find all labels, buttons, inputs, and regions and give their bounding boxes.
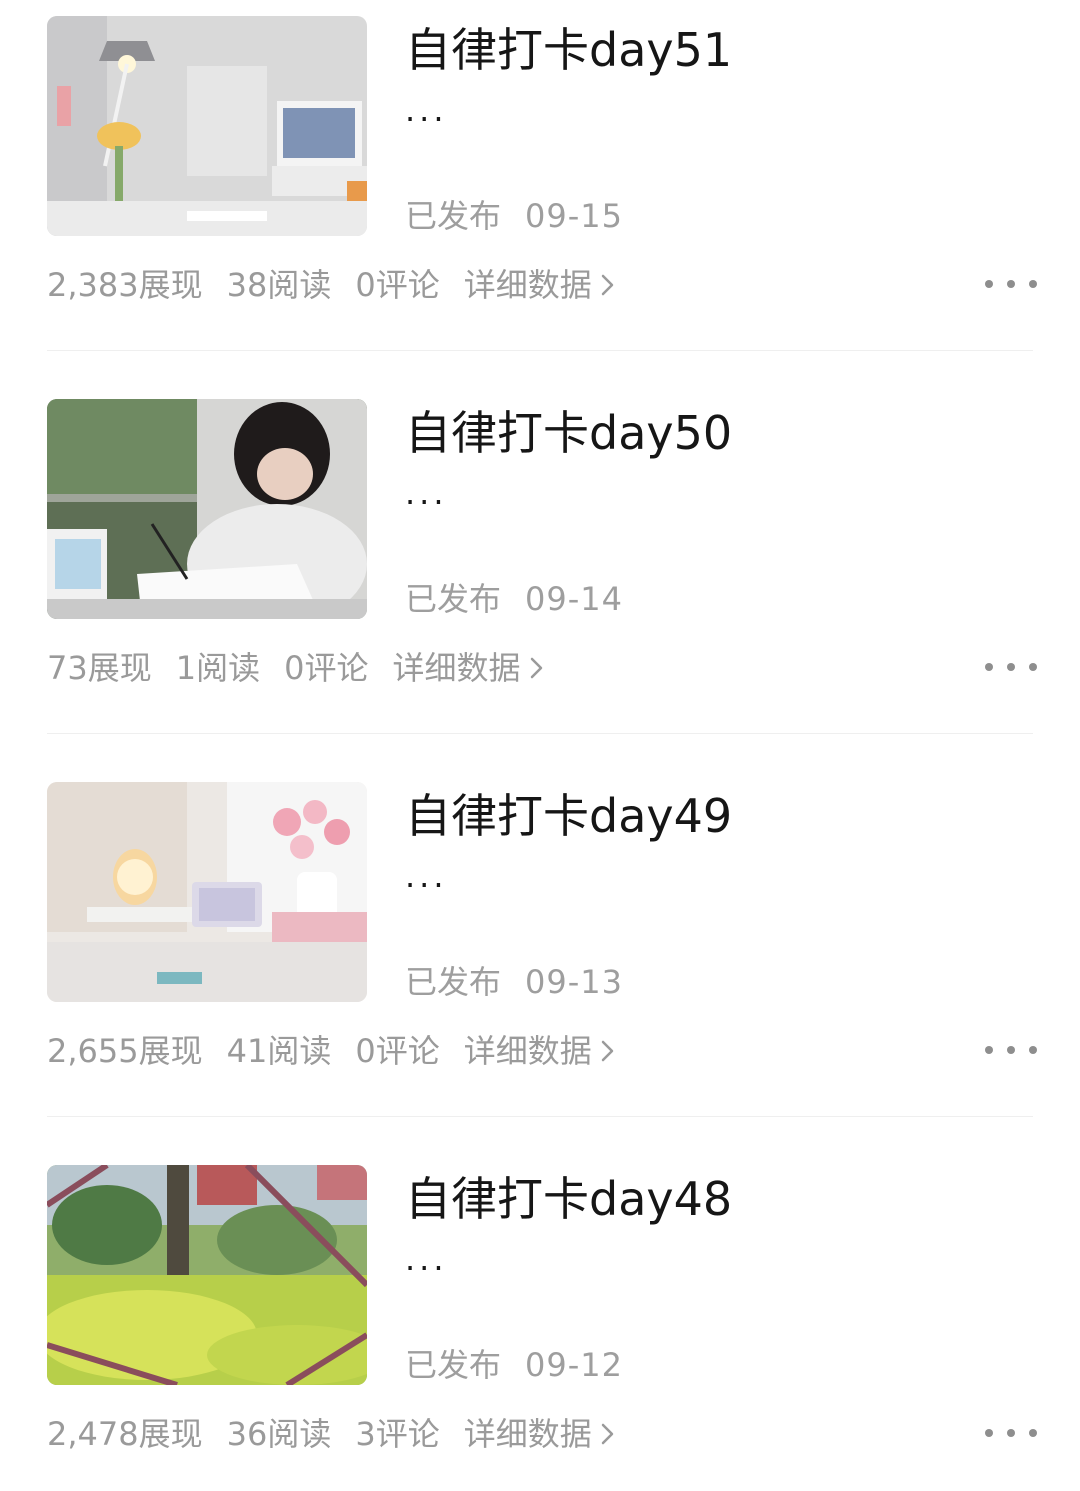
post-thumbnail[interactable] (47, 399, 367, 619)
post-thumbnail[interactable] (47, 1165, 367, 1385)
post-title[interactable]: 自律打卡day51 (405, 22, 1005, 78)
post-card[interactable]: 自律打卡day49 ... 已发布 09-13 2,655展现 41阅读 0评论 … (0, 766, 1080, 1149)
more-options-button[interactable] (985, 1034, 1037, 1066)
comments-count: 0评论 (284, 649, 369, 687)
published-date: 09-14 (525, 580, 623, 618)
post-stats: 2,478展现 36阅读 3评论 详细数据 (47, 1411, 616, 1457)
divider (47, 1116, 1033, 1117)
comments-count: 3评论 (355, 1415, 440, 1453)
published-label: 已发布 (405, 580, 502, 618)
more-options-button[interactable] (985, 651, 1037, 683)
impressions-count: 2,478展现 (47, 1415, 203, 1453)
chevron-right-icon (601, 1040, 613, 1062)
post-status: 已发布 09-12 (405, 1343, 623, 1387)
more-dot-icon (985, 280, 993, 288)
post-status: 已发布 09-13 (405, 960, 623, 1004)
published-label: 已发布 (405, 963, 502, 1001)
comments-count: 0评论 (355, 266, 440, 304)
desk-lamp-workspace-photo-icon (47, 16, 367, 236)
flowers-desk-photo-icon (47, 782, 367, 1002)
published-label: 已发布 (405, 197, 502, 235)
more-dot-icon (985, 663, 993, 671)
more-dot-icon (985, 1046, 993, 1054)
post-stats: 2,383展现 38阅读 0评论 详细数据 (47, 262, 616, 308)
post-title[interactable]: 自律打卡day50 (405, 405, 1005, 461)
divider (47, 733, 1033, 734)
post-thumbnail[interactable] (47, 16, 367, 236)
post-card[interactable]: 自律打卡day48 ... 已发布 09-12 2,478展现 36阅读 3评论 … (0, 1149, 1080, 1491)
studying-person-photo-icon (47, 399, 367, 619)
details-link[interactable]: 详细数据 (464, 1028, 616, 1074)
post-stats: 2,655展现 41阅读 0评论 详细数据 (47, 1028, 616, 1074)
post-title[interactable]: 自律打卡day48 (405, 1171, 1005, 1227)
post-feed: 自律打卡day51 ... 已发布 09-15 2,383展现 38阅读 0评论 … (0, 0, 1080, 1491)
details-link[interactable]: 详细数据 (464, 1411, 616, 1457)
details-label: 详细数据 (463, 1415, 592, 1453)
more-dot-icon (1007, 280, 1015, 288)
comments-count: 0评论 (355, 1032, 440, 1070)
chevron-right-icon (601, 1423, 613, 1445)
reads-count: 1阅读 (175, 649, 261, 687)
reads-count: 36阅读 (226, 1415, 332, 1453)
more-options-button[interactable] (985, 268, 1037, 300)
post-title-ellipsis: ... (405, 857, 448, 895)
details-label: 详细数据 (463, 266, 592, 304)
post-card[interactable]: 自律打卡day51 ... 已发布 09-15 2,383展现 38阅读 0评论 … (0, 0, 1080, 383)
more-dot-icon (1029, 1429, 1037, 1437)
chevron-right-icon (530, 657, 542, 679)
post-title[interactable]: 自律打卡day49 (405, 788, 1005, 844)
impressions-count: 2,383展现 (47, 266, 203, 304)
more-dot-icon (1029, 280, 1037, 288)
post-stats: 73展现 1阅读 0评论 详细数据 (47, 645, 545, 691)
details-link[interactable]: 详细数据 (392, 645, 544, 691)
post-card[interactable]: 自律打卡day50 ... 已发布 09-14 73展现 1阅读 0评论 详细数据 (0, 383, 1080, 766)
published-date: 09-15 (525, 197, 623, 235)
more-dot-icon (1007, 663, 1015, 671)
post-title-ellipsis: ... (405, 1240, 448, 1278)
yellow-flower-field-photo-icon (47, 1165, 367, 1385)
impressions-count: 73展现 (47, 649, 152, 687)
post-thumbnail[interactable] (47, 782, 367, 1002)
more-dot-icon (1029, 663, 1037, 671)
post-title-ellipsis: ... (405, 91, 448, 129)
more-dot-icon (1007, 1429, 1015, 1437)
impressions-count: 2,655展现 (47, 1032, 203, 1070)
chevron-right-icon (601, 274, 613, 296)
post-status: 已发布 09-14 (405, 577, 623, 621)
published-date: 09-12 (525, 1346, 623, 1384)
reads-count: 38阅读 (226, 266, 332, 304)
details-link[interactable]: 详细数据 (464, 262, 616, 308)
details-label: 详细数据 (392, 649, 521, 687)
more-dot-icon (1007, 1046, 1015, 1054)
divider (47, 350, 1033, 351)
more-dot-icon (985, 1429, 993, 1437)
details-label: 详细数据 (463, 1032, 592, 1070)
reads-count: 41阅读 (226, 1032, 332, 1070)
post-status: 已发布 09-15 (405, 194, 623, 238)
published-date: 09-13 (525, 963, 623, 1001)
more-options-button[interactable] (985, 1417, 1037, 1449)
post-title-ellipsis: ... (405, 474, 448, 512)
published-label: 已发布 (405, 1346, 502, 1384)
more-dot-icon (1029, 1046, 1037, 1054)
